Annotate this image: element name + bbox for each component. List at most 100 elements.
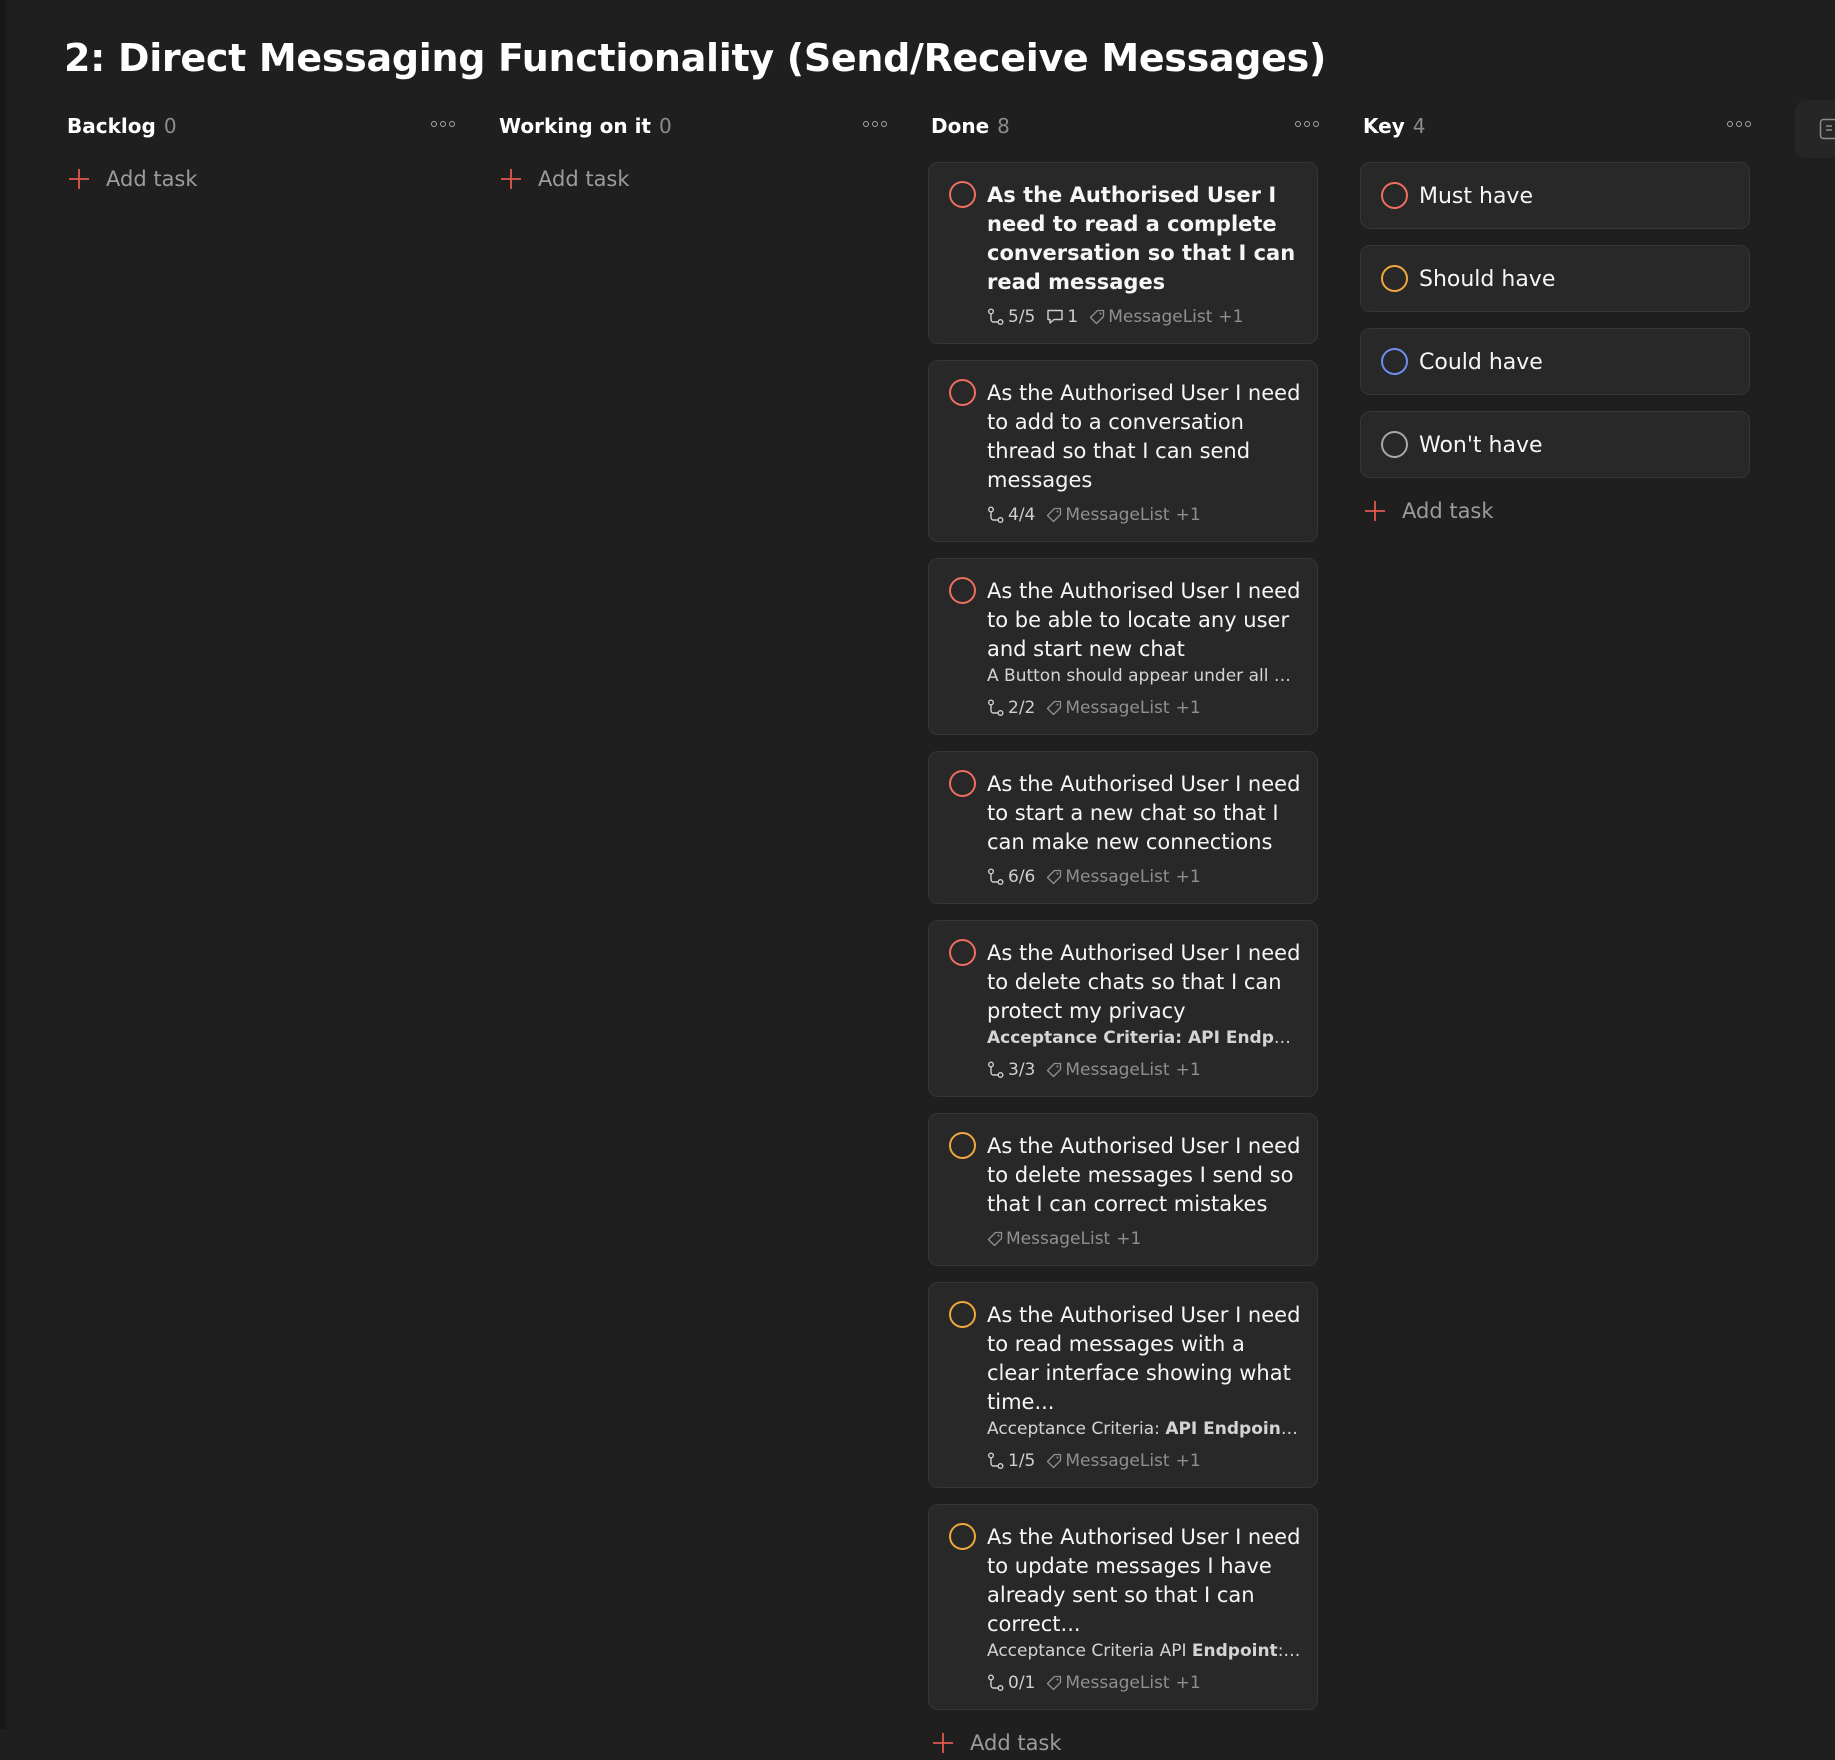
task-description: Acceptance Criteria: API Endpoint fo...: [987, 1417, 1301, 1441]
column-done: Done8 As the Authorised User I need to r…: [928, 108, 1325, 1760]
task-label: MessageList+1: [1046, 1673, 1200, 1693]
add-task-button[interactable]: Add task: [1360, 494, 1757, 528]
more-options-icon[interactable]: [1727, 116, 1751, 132]
subtask-count-text: 3/3: [1008, 1060, 1035, 1080]
complete-toggle[interactable]: [949, 1301, 976, 1328]
subtask-icon: [987, 1061, 1005, 1079]
column-header: Backlog0: [64, 108, 461, 146]
subtask-count: 2/2: [987, 698, 1035, 718]
complete-toggle[interactable]: [1381, 265, 1408, 292]
label-name: MessageList: [1065, 698, 1169, 718]
add-task-label: Add task: [538, 167, 630, 191]
task-label: MessageList+1: [987, 1229, 1141, 1249]
task-card[interactable]: As the Authorised User I need to delete …: [928, 1113, 1318, 1266]
tag-icon: [1046, 507, 1062, 523]
task-card[interactable]: As the Authorised User I need to update …: [928, 1504, 1318, 1710]
task-description: Acceptance Criteria API Endpoint: Ad...: [987, 1639, 1301, 1663]
subtask-icon: [987, 1674, 1005, 1692]
tag-icon: [1046, 1675, 1062, 1691]
add-task-button[interactable]: Add task: [928, 1726, 1325, 1760]
task-title: As the Authorised User I need to add to …: [987, 379, 1301, 495]
more-options-icon[interactable]: [863, 116, 887, 132]
complete-toggle[interactable]: [949, 770, 976, 797]
complete-toggle[interactable]: [949, 577, 976, 604]
description-bold-text: Endpoint: [1192, 1641, 1278, 1661]
description-text: A Button should appear under all use...: [987, 666, 1301, 686]
side-panel-toggle[interactable]: [1795, 100, 1835, 158]
label-name: MessageList: [1006, 1229, 1110, 1249]
description-text-after: : Ad...: [1278, 1641, 1301, 1661]
subtask-count-text: 6/6: [1008, 867, 1035, 887]
label-more: +1: [1176, 1451, 1201, 1471]
tag-icon: [1089, 309, 1105, 325]
task-meta: 4/4MessageList+1: [987, 504, 1301, 526]
column-name: Key4: [1363, 114, 1425, 138]
complete-toggle[interactable]: [949, 1523, 976, 1550]
tag-icon: [987, 1231, 1003, 1247]
key-card[interactable]: Won't have: [1360, 411, 1750, 478]
column-header: Working on it0: [496, 108, 893, 146]
label-name: MessageList: [1065, 1451, 1169, 1471]
key-card[interactable]: Could have: [1360, 328, 1750, 395]
complete-toggle[interactable]: [1381, 182, 1408, 209]
column-name: Done8: [931, 114, 1010, 138]
task-meta: 3/3 MessageList+1: [987, 1059, 1301, 1081]
complete-toggle[interactable]: [949, 379, 976, 406]
column-name: Working on it0: [499, 114, 672, 138]
column-count: 8: [997, 114, 1010, 138]
comment-count: 1: [1046, 307, 1078, 327]
tag-icon: [1046, 1453, 1062, 1469]
complete-toggle[interactable]: [1381, 431, 1408, 458]
more-options-icon[interactable]: [431, 116, 455, 132]
more-options-icon[interactable]: [1295, 116, 1319, 132]
key-card[interactable]: Must have: [1360, 162, 1750, 229]
task-label: MessageList +1: [1046, 1451, 1200, 1471]
task-label: MessageList+1: [1046, 867, 1200, 887]
task-card[interactable]: As the Authorised User I need to delete …: [928, 920, 1318, 1097]
task-description: A Button should appear under all use...: [987, 664, 1301, 688]
add-task-label: Add task: [1402, 499, 1494, 523]
add-task-label: Add task: [106, 167, 198, 191]
label-name: MessageList: [1065, 867, 1169, 887]
label-more: +1: [1176, 505, 1201, 525]
task-card[interactable]: As the Authorised User I need to read me…: [928, 1282, 1318, 1488]
subtask-icon: [987, 308, 1005, 326]
task-card[interactable]: As the Authorised User I need to be able…: [928, 558, 1318, 735]
task-meta: 6/6 MessageList+1: [987, 866, 1301, 888]
complete-toggle[interactable]: [949, 1132, 976, 1159]
subtask-count-text: 2/2: [1008, 698, 1035, 718]
task-card[interactable]: As the Authorised User I need to add to …: [928, 360, 1318, 542]
task-label: MessageList +1: [1046, 505, 1200, 525]
task-label: MessageList +1: [1046, 698, 1200, 718]
description-bold-text: Acceptance Criteria: API Endpoint fo...: [987, 1028, 1301, 1048]
subtask-count-text: 1/5: [1008, 1451, 1035, 1471]
task-label: MessageList+1: [1046, 1060, 1200, 1080]
complete-toggle[interactable]: [1381, 348, 1408, 375]
tag-icon: [1046, 700, 1062, 716]
add-task-button[interactable]: Add task: [64, 162, 461, 196]
task-meta: 5/51MessageList+1: [987, 306, 1301, 328]
description-bold-text: API Endpoint fo...: [1165, 1419, 1301, 1439]
column-name: Backlog0: [67, 114, 177, 138]
comment-count-text: 1: [1067, 307, 1078, 327]
label-name: MessageList: [1065, 505, 1169, 525]
key-label: Should have: [1419, 265, 1555, 294]
description-text: Acceptance Criteria API: [987, 1641, 1192, 1661]
plus-icon: [932, 1732, 954, 1754]
label-more: +1: [1176, 698, 1201, 718]
tag-icon: [1046, 1062, 1062, 1078]
key-card[interactable]: Should have: [1360, 245, 1750, 312]
subtask-count: 3/3: [987, 1060, 1035, 1080]
column-key: Key4 Must have Should have Could have Won't…: [1360, 108, 1757, 528]
card-list: Must have Should have Could have Won't have: [1360, 162, 1757, 478]
complete-toggle[interactable]: [949, 181, 976, 208]
key-label: Could have: [1419, 348, 1543, 377]
complete-toggle[interactable]: [949, 939, 976, 966]
label-more: +1: [1218, 307, 1243, 327]
subtask-count: 1/5: [987, 1451, 1035, 1471]
task-card[interactable]: As the Authorised User I need to start a…: [928, 751, 1318, 904]
subtask-icon: [987, 699, 1005, 717]
add-task-button[interactable]: Add task: [496, 162, 893, 196]
task-card[interactable]: As the Authorised User I need to read a …: [928, 162, 1318, 344]
column-count: 0: [659, 114, 672, 138]
